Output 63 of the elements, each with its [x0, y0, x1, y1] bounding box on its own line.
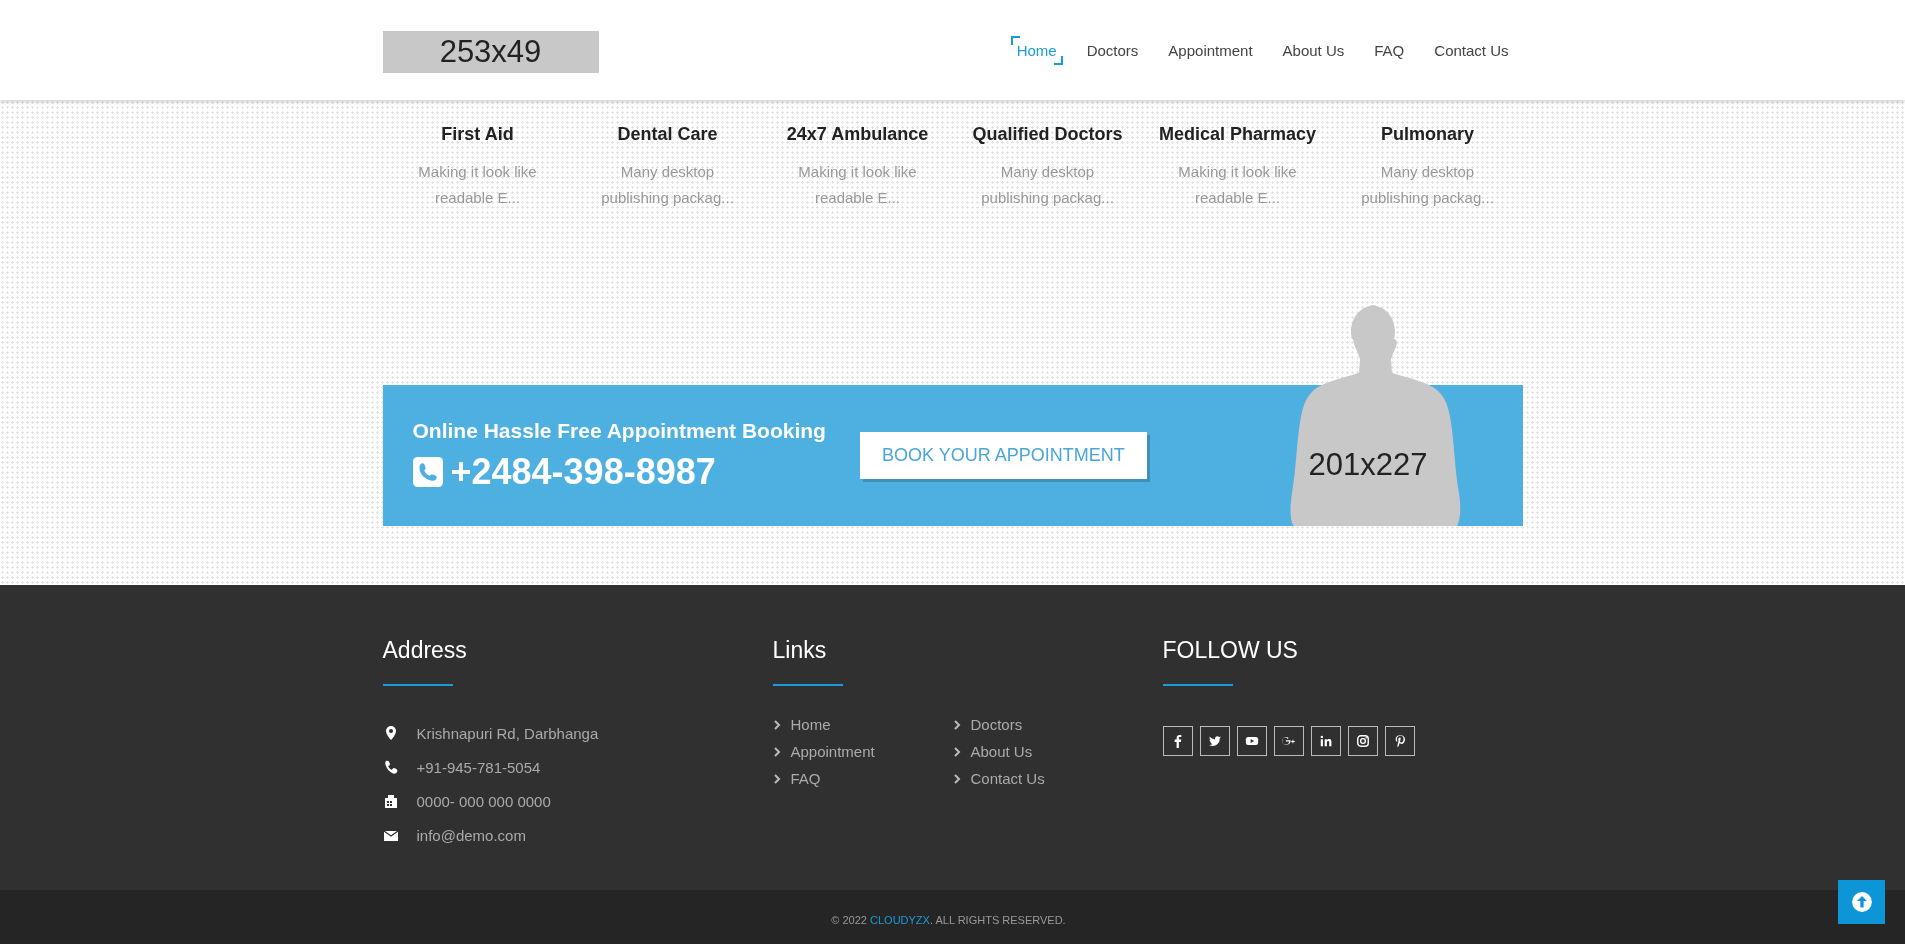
service-description: Many desktop publishing packag... — [980, 162, 1115, 208]
linkedin-icon — [1318, 734, 1333, 748]
nav-link[interactable]: About Us — [1276, 35, 1351, 65]
footer-link[interactable]: Appointment — [790, 743, 875, 760]
service-description: Making it look like readable E... — [1177, 162, 1298, 208]
nav-link[interactable]: Contact Us — [1428, 35, 1515, 65]
fax-icon — [382, 793, 399, 809]
footer-link[interactable]: Contact Us — [970, 770, 1045, 787]
logo-placeholder[interactable]: 253x49 — [382, 31, 599, 73]
scroll-to-top-button[interactable] — [1838, 880, 1885, 924]
social-button[interactable] — [1199, 726, 1230, 756]
banner-heading: Online Hassle Free Appointment Booking — [412, 418, 826, 443]
google-plus-icon — [1281, 734, 1296, 748]
address-text: Krishnapuri Rd, Darbhanga — [416, 724, 599, 742]
follow-us-heading: FOLLOW US — [1162, 637, 1299, 664]
phone-icon — [382, 759, 399, 775]
heading-underline — [772, 684, 843, 686]
footer-link[interactable]: Home — [790, 716, 831, 733]
arrow-up-circle-icon — [1850, 891, 1873, 913]
service-title: 24x7 Ambulance — [786, 124, 929, 145]
nav-link[interactable]: Home — [1010, 35, 1063, 65]
bird-icon — [1207, 734, 1222, 748]
nav-link[interactable]: Appointment — [1162, 35, 1259, 65]
brand-link[interactable]: CLOUDYZX — [870, 914, 930, 926]
footer-link[interactable]: About Us — [970, 743, 1033, 760]
service-title: First Aid — [441, 124, 514, 145]
social-button[interactable] — [1236, 726, 1267, 756]
phone-number: +2484-398-8987 — [450, 450, 716, 493]
chevron-right-icon — [772, 719, 781, 730]
chevron-right-icon — [952, 719, 961, 730]
chevron-right-icon — [772, 746, 781, 757]
links-heading: Links — [772, 637, 828, 664]
footer-link[interactable]: FAQ — [790, 770, 821, 787]
social-button[interactable] — [1273, 726, 1304, 756]
heading-underline — [1162, 684, 1233, 686]
image-size-label: 201x227 — [1308, 447, 1428, 483]
heading-underline — [382, 684, 453, 686]
service-title: Dental Care — [617, 124, 718, 145]
service-description: Making it look like readable E... — [797, 162, 918, 208]
address-text: +91-945-781-5054 — [416, 758, 541, 776]
chevron-right-icon — [772, 773, 781, 784]
address-text: 0000- 000 000 0000 — [416, 792, 551, 810]
footer-link[interactable]: Doctors — [970, 716, 1023, 733]
service-title: Pulmonary — [1381, 124, 1474, 145]
social-button[interactable] — [1310, 726, 1341, 756]
address-heading: Address — [382, 637, 468, 664]
copyright-text: © 2022 CLOUDYZX. ALL RIGHTS RESERVED. — [831, 913, 1066, 926]
social-button[interactable] — [1347, 726, 1378, 756]
service-title: Medical Pharmacy — [1158, 124, 1317, 145]
nav-link[interactable]: FAQ — [1368, 35, 1411, 65]
play-icon — [1244, 734, 1259, 748]
chevron-right-icon — [952, 773, 961, 784]
chevron-right-icon — [952, 746, 961, 757]
service-description: Many desktop publishing packag... — [600, 162, 735, 208]
service-description: Many desktop publishing packag... — [1360, 162, 1495, 208]
social-button[interactable] — [1384, 726, 1415, 756]
address-text: info@demo.com — [416, 826, 526, 844]
phone-icon — [412, 456, 443, 487]
nav-link[interactable]: Doctors — [1080, 35, 1145, 65]
service-description: Making it look like readable E... — [417, 162, 538, 208]
camera-icon — [1355, 734, 1370, 748]
social-button[interactable] — [1162, 726, 1193, 756]
service-title: Qualified Doctors — [972, 124, 1123, 145]
